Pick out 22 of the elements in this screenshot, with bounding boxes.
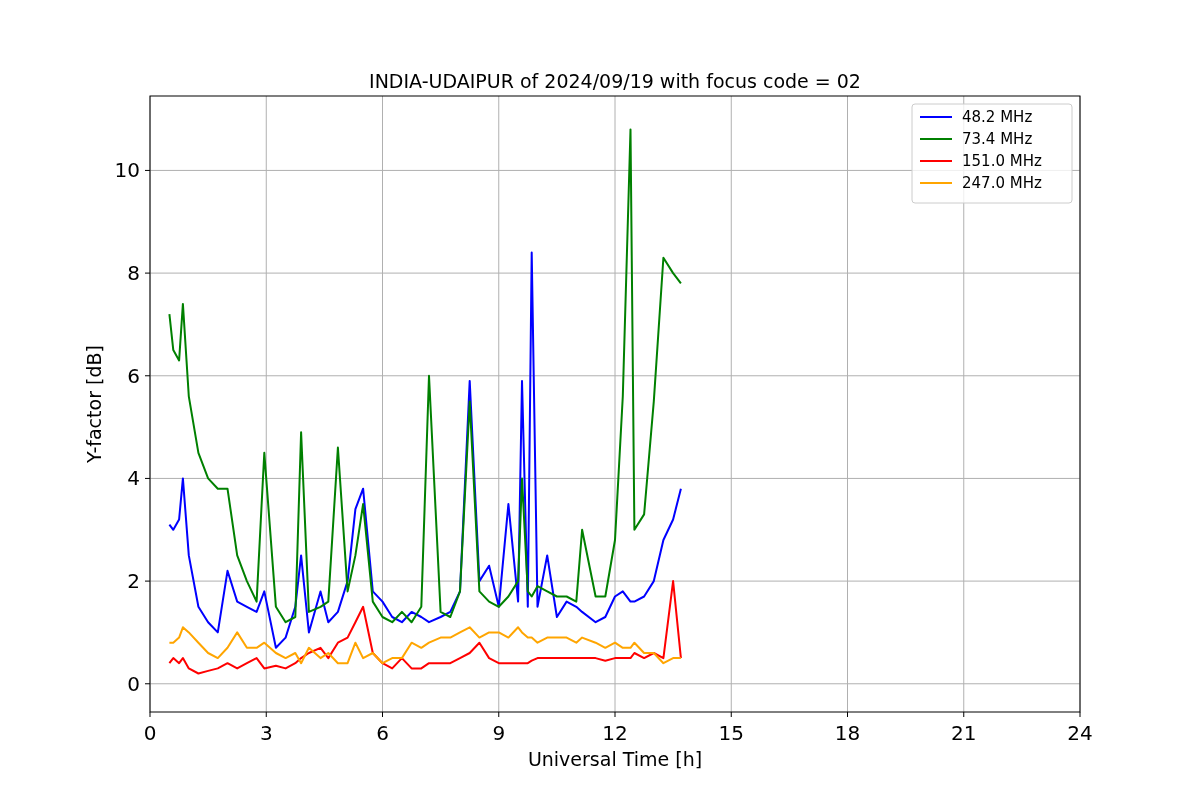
legend-label: 247.0 MHz [962,174,1042,192]
x-tick-label: 24 [1067,721,1093,745]
y-tick-label: 4 [127,466,140,491]
y-tick-label: 8 [127,261,140,286]
x-tick-label: 6 [376,721,389,745]
x-tick-label: 9 [492,721,506,745]
y-tick-label: 0 [127,671,140,696]
x-tick-label: 18 [834,721,861,745]
x-tick-label: 15 [718,721,744,745]
legend-label: 48.2 MHz [962,108,1033,126]
x-tick-label: 12 [602,721,628,745]
x-tick-label: 3 [259,721,273,745]
chart-title: INDIA-UDAIPUR of 2024/09/19 with focus code = 02 [369,70,861,92]
y-tick-label: 6 [127,363,140,388]
y-tick-label: 2 [127,569,140,594]
legend-label: 151.0 MHz [962,152,1042,170]
x-axis-label: Universal Time [h] [527,748,703,770]
x-tick-label: 21 [951,721,977,745]
y-tick-label: 10 [114,158,140,183]
legend-label: 73.4 MHz [962,130,1033,148]
x-tick-label: 0 [143,721,157,745]
y-axis-label: Y-factor [dB] [83,345,105,463]
